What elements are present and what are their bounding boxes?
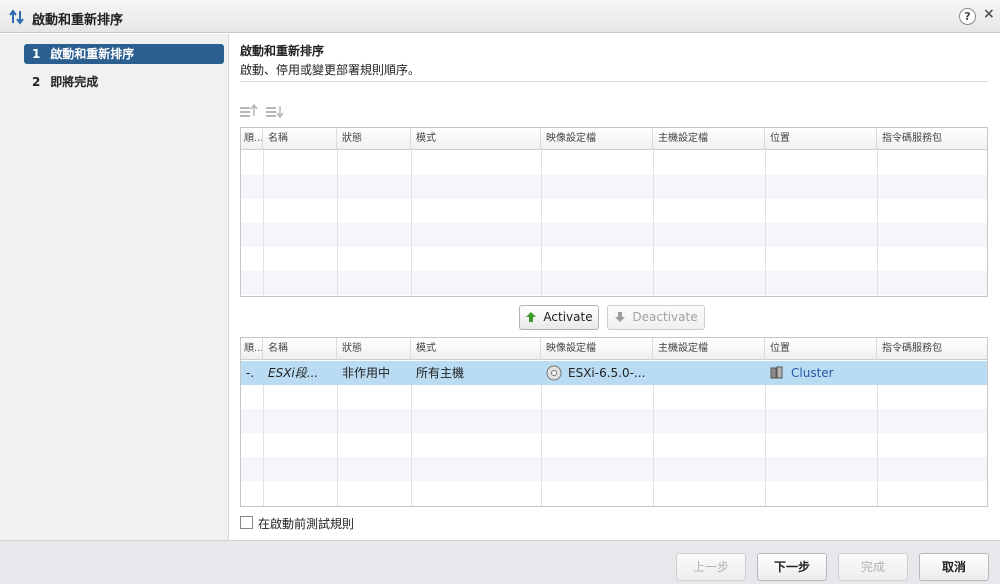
activate-button[interactable]: Activate (519, 305, 599, 330)
cell-script-bundle (877, 361, 987, 385)
cell-host-profile (653, 361, 765, 385)
move-down-icon[interactable] (266, 104, 284, 118)
back-button[interactable]: 上一步 (676, 553, 746, 581)
help-icon[interactable]: ? (959, 8, 976, 25)
column-status[interactable]: 狀態 (337, 128, 411, 150)
column-script-bundle[interactable]: 指令碼服務包 (877, 128, 987, 150)
column-image-profile[interactable]: 映像設定檔 (541, 338, 653, 360)
step-number: 1 (32, 47, 41, 61)
move-up-icon[interactable] (240, 104, 258, 118)
inactive-rules-table[interactable]: -. ESXi段... 非作用中 所有主機 ESXi-6.5.0-... Clu… (240, 337, 988, 507)
table-header: 順... 名稱 狀態 模式 映像設定檔 主機設定檔 位置 指令碼服務包 (241, 128, 987, 150)
column-name[interactable]: 名稱 (263, 338, 337, 360)
title-bar: 啟動和重新排序 ? × (0, 0, 1000, 33)
column-status[interactable]: 狀態 (337, 338, 411, 360)
close-icon[interactable]: × (983, 6, 995, 22)
cell-location[interactable]: Cluster (765, 361, 877, 385)
column-location[interactable]: 位置 (765, 128, 877, 150)
activate-label: Activate (543, 310, 593, 324)
image-profile-icon (546, 365, 562, 381)
cell-pattern: 所有主機 (416, 366, 465, 380)
cluster-icon (770, 366, 783, 379)
step-number: 2 (32, 75, 41, 89)
step-label: 即將完成 (50, 75, 99, 89)
arrow-down-icon (615, 312, 626, 322)
deactivate-button[interactable]: Deactivate (607, 305, 705, 330)
image-profile-value: ESXi-6.5.0-... (568, 366, 646, 380)
page-subtitle: 啟動、停用或變更部署規則順序。 (240, 63, 421, 77)
column-order[interactable]: 順... (241, 338, 263, 360)
test-rules-label[interactable]: 在啟動前測試規則 (258, 515, 354, 532)
divider (240, 81, 988, 82)
step-label: 啟動和重新排序 (50, 47, 135, 61)
column-host-profile[interactable]: 主機設定檔 (653, 338, 765, 360)
table-row[interactable]: -. ESXi段... 非作用中 所有主機 ESXi-6.5.0-... Clu… (241, 361, 987, 385)
next-button[interactable]: 下一步 (757, 553, 827, 581)
column-script-bundle[interactable]: 指令碼服務包 (877, 338, 987, 360)
cell-name: ESXi段... (268, 366, 319, 380)
dialog: 啟動和重新排序 ? × 1 啟動和重新排序 2 即將完成 啟動和重新排序 啟動、… (0, 0, 1000, 584)
reorder-icon (9, 9, 24, 25)
column-location[interactable]: 位置 (765, 338, 877, 360)
finish-button[interactable]: 完成 (838, 553, 908, 581)
dialog-title: 啟動和重新排序 (32, 13, 124, 28)
cell-order: -. (246, 366, 255, 380)
wizard-steps: 1 啟動和重新排序 2 即將完成 (0, 34, 229, 540)
column-order[interactable]: 順... (241, 128, 263, 150)
active-rules-table[interactable]: 順... 名稱 狀態 模式 映像設定檔 主機設定檔 位置 指令碼服務包 (240, 127, 988, 297)
column-image-profile[interactable]: 映像設定檔 (541, 128, 653, 150)
table-header: 順... 名稱 狀態 模式 映像設定檔 主機設定檔 位置 指令碼服務包 (241, 338, 987, 360)
column-name[interactable]: 名稱 (263, 128, 337, 150)
wizard-step-1[interactable]: 1 啟動和重新排序 (24, 44, 224, 64)
cell-status: 非作用中 (342, 366, 391, 380)
column-pattern[interactable]: 模式 (411, 128, 541, 150)
footer: 上一步 下一步 完成 取消 (0, 540, 1000, 584)
location-link[interactable]: Cluster (791, 366, 834, 380)
page-content: 啟動和重新排序 啟動、停用或變更部署規則順序。 順... 名稱 狀態 模式 映像… (240, 34, 988, 540)
column-host-profile[interactable]: 主機設定檔 (653, 128, 765, 150)
deactivate-label: Deactivate (632, 310, 698, 324)
page-title: 啟動和重新排序 (240, 44, 325, 58)
cell-image-profile: ESXi-6.5.0-... (541, 361, 653, 385)
column-pattern[interactable]: 模式 (411, 338, 541, 360)
test-rules-checkbox[interactable] (240, 516, 253, 529)
wizard-step-2[interactable]: 2 即將完成 (24, 72, 224, 92)
arrow-up-icon (526, 312, 537, 322)
cancel-button[interactable]: 取消 (919, 553, 989, 581)
